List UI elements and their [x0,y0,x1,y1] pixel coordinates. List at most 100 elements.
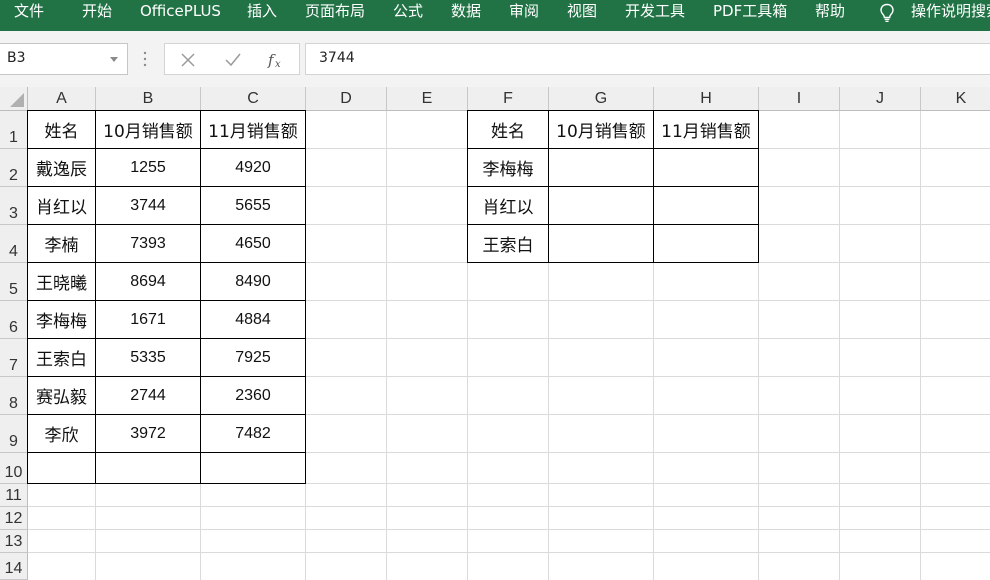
tell-me-search[interactable]: 操作说明搜索 [911,0,990,22]
row-header-6[interactable]: 6 [0,301,28,339]
cell-b4[interactable]: 7393 [96,225,200,262]
row-header-13[interactable]: 13 [0,530,28,553]
cell-c2[interactable]: 4920 [201,149,305,186]
cell-a6[interactable]: 李梅梅 [28,301,95,338]
cell-f3[interactable]: 肖红以 [468,187,548,224]
cell-b1[interactable]: 10月销售额 [96,111,200,148]
tab-view[interactable]: 视图 [567,0,597,24]
cell-a2[interactable]: 戴逸辰 [28,149,95,186]
worksheet-grid[interactable]: A B C D E F G H I J K 1 2 3 4 5 6 7 8 9 … [0,87,990,580]
tab-insert[interactable]: 插入 [247,0,277,24]
gridline [920,111,921,580]
cell-c7[interactable]: 7925 [201,339,305,376]
select-all-corner[interactable] [0,87,28,111]
tab-review[interactable]: 审阅 [509,0,539,24]
row-header-9[interactable]: 9 [0,415,28,453]
cell-b8[interactable]: 2744 [96,377,200,414]
column-header-a[interactable]: A [28,87,96,111]
row-number: 13 [4,533,23,550]
gridline [28,529,990,530]
column-header-c[interactable]: C [201,87,306,111]
row-number: 7 [9,357,18,374]
cell-c6[interactable]: 4884 [201,301,305,338]
column-header-d[interactable]: D [306,87,387,111]
row-number: 2 [9,167,18,184]
gridline [758,111,759,580]
row-header-12[interactable]: 12 [0,507,28,530]
name-box[interactable]: B3 [0,43,128,75]
tab-page-layout[interactable]: 页面布局 [305,0,365,24]
cell-c9[interactable]: 7482 [201,415,305,452]
gridline [28,483,990,484]
cell-c1[interactable]: 11月销售额 [201,111,305,148]
cell-f2[interactable]: 李梅梅 [468,149,548,186]
row-header-5[interactable]: 5 [0,263,28,301]
cell-h1[interactable]: 11月销售额 [654,111,758,148]
cell-b2[interactable]: 1255 [96,149,200,186]
cancel-icon[interactable] [178,50,198,70]
row-header-7[interactable]: 7 [0,339,28,377]
cell-g1[interactable]: 10月销售额 [549,111,653,148]
cell-a4[interactable]: 李楠 [28,225,95,262]
cell-a3[interactable]: 肖红以 [28,187,95,224]
row-number: 14 [4,560,23,577]
tab-developer[interactable]: 开发工具 [625,0,685,24]
row-number: 12 [4,510,23,527]
row-header-10[interactable]: 10 [0,453,28,484]
row-header-2[interactable]: 2 [0,149,28,187]
column-header-j[interactable]: J [840,87,921,111]
tab-officeplus[interactable]: OfficePLUS [140,0,221,24]
column-header-i[interactable]: I [759,87,840,111]
cell-f4[interactable]: 王索白 [468,225,548,262]
column-header-e[interactable]: E [387,87,468,111]
cell-f1[interactable]: 姓名 [468,111,548,148]
row-header-1[interactable]: 1 [0,111,28,149]
cell-a5[interactable]: 王晓曦 [28,263,95,300]
row-number: 9 [9,433,18,450]
lightbulb-icon[interactable] [878,3,896,23]
cell-b5[interactable]: 8694 [96,263,200,300]
row-header-11[interactable]: 11 [0,484,28,507]
tab-pdf-tools[interactable]: PDF工具箱 [713,0,787,24]
drag-handle-icon[interactable] [143,50,147,68]
tab-data[interactable]: 数据 [451,0,481,24]
cell-c5[interactable]: 8490 [201,263,305,300]
chevron-down-icon[interactable] [110,57,118,62]
cell-c4[interactable]: 4650 [201,225,305,262]
cell-a7[interactable]: 王索白 [28,339,95,376]
cell-b3[interactable]: 3744 [96,187,200,224]
cell-b7[interactable]: 5335 [96,339,200,376]
row-header-14[interactable]: 14 [0,553,28,580]
column-header-g[interactable]: G [549,87,654,111]
column-header-h[interactable]: H [654,87,759,111]
formula-buttons: f x [164,43,300,75]
tab-help[interactable]: 帮助 [815,0,845,24]
formula-input[interactable]: 3744 [305,43,990,75]
svg-text:x: x [275,59,281,70]
cell-c8[interactable]: 2360 [201,377,305,414]
gridline [305,111,306,580]
row-header-3[interactable]: 3 [0,187,28,225]
cell-b6[interactable]: 1671 [96,301,200,338]
gridline [28,552,990,553]
row-header-4[interactable]: 4 [0,225,28,263]
column-header-b[interactable]: B [96,87,201,111]
tab-home[interactable]: 开始 [82,0,112,24]
row-number: 6 [9,319,18,336]
cell-b9[interactable]: 3972 [96,415,200,452]
insert-function-icon[interactable]: f x [267,50,287,70]
enter-icon[interactable] [223,50,243,70]
row-number: 3 [9,205,18,222]
tab-file[interactable]: 文件 [14,0,44,24]
gridline [386,111,387,580]
column-header-k[interactable]: K [921,87,990,111]
cell-a1[interactable]: 姓名 [28,111,95,148]
tab-formulas[interactable]: 公式 [393,0,423,24]
formula-value: 3744 [319,50,355,66]
cell-a8[interactable]: 赛弘毅 [28,377,95,414]
row-header-8[interactable]: 8 [0,377,28,415]
cell-c3[interactable]: 5655 [201,187,305,224]
gridline [28,506,990,507]
cell-a9[interactable]: 李欣 [28,415,95,452]
column-header-f[interactable]: F [468,87,549,111]
